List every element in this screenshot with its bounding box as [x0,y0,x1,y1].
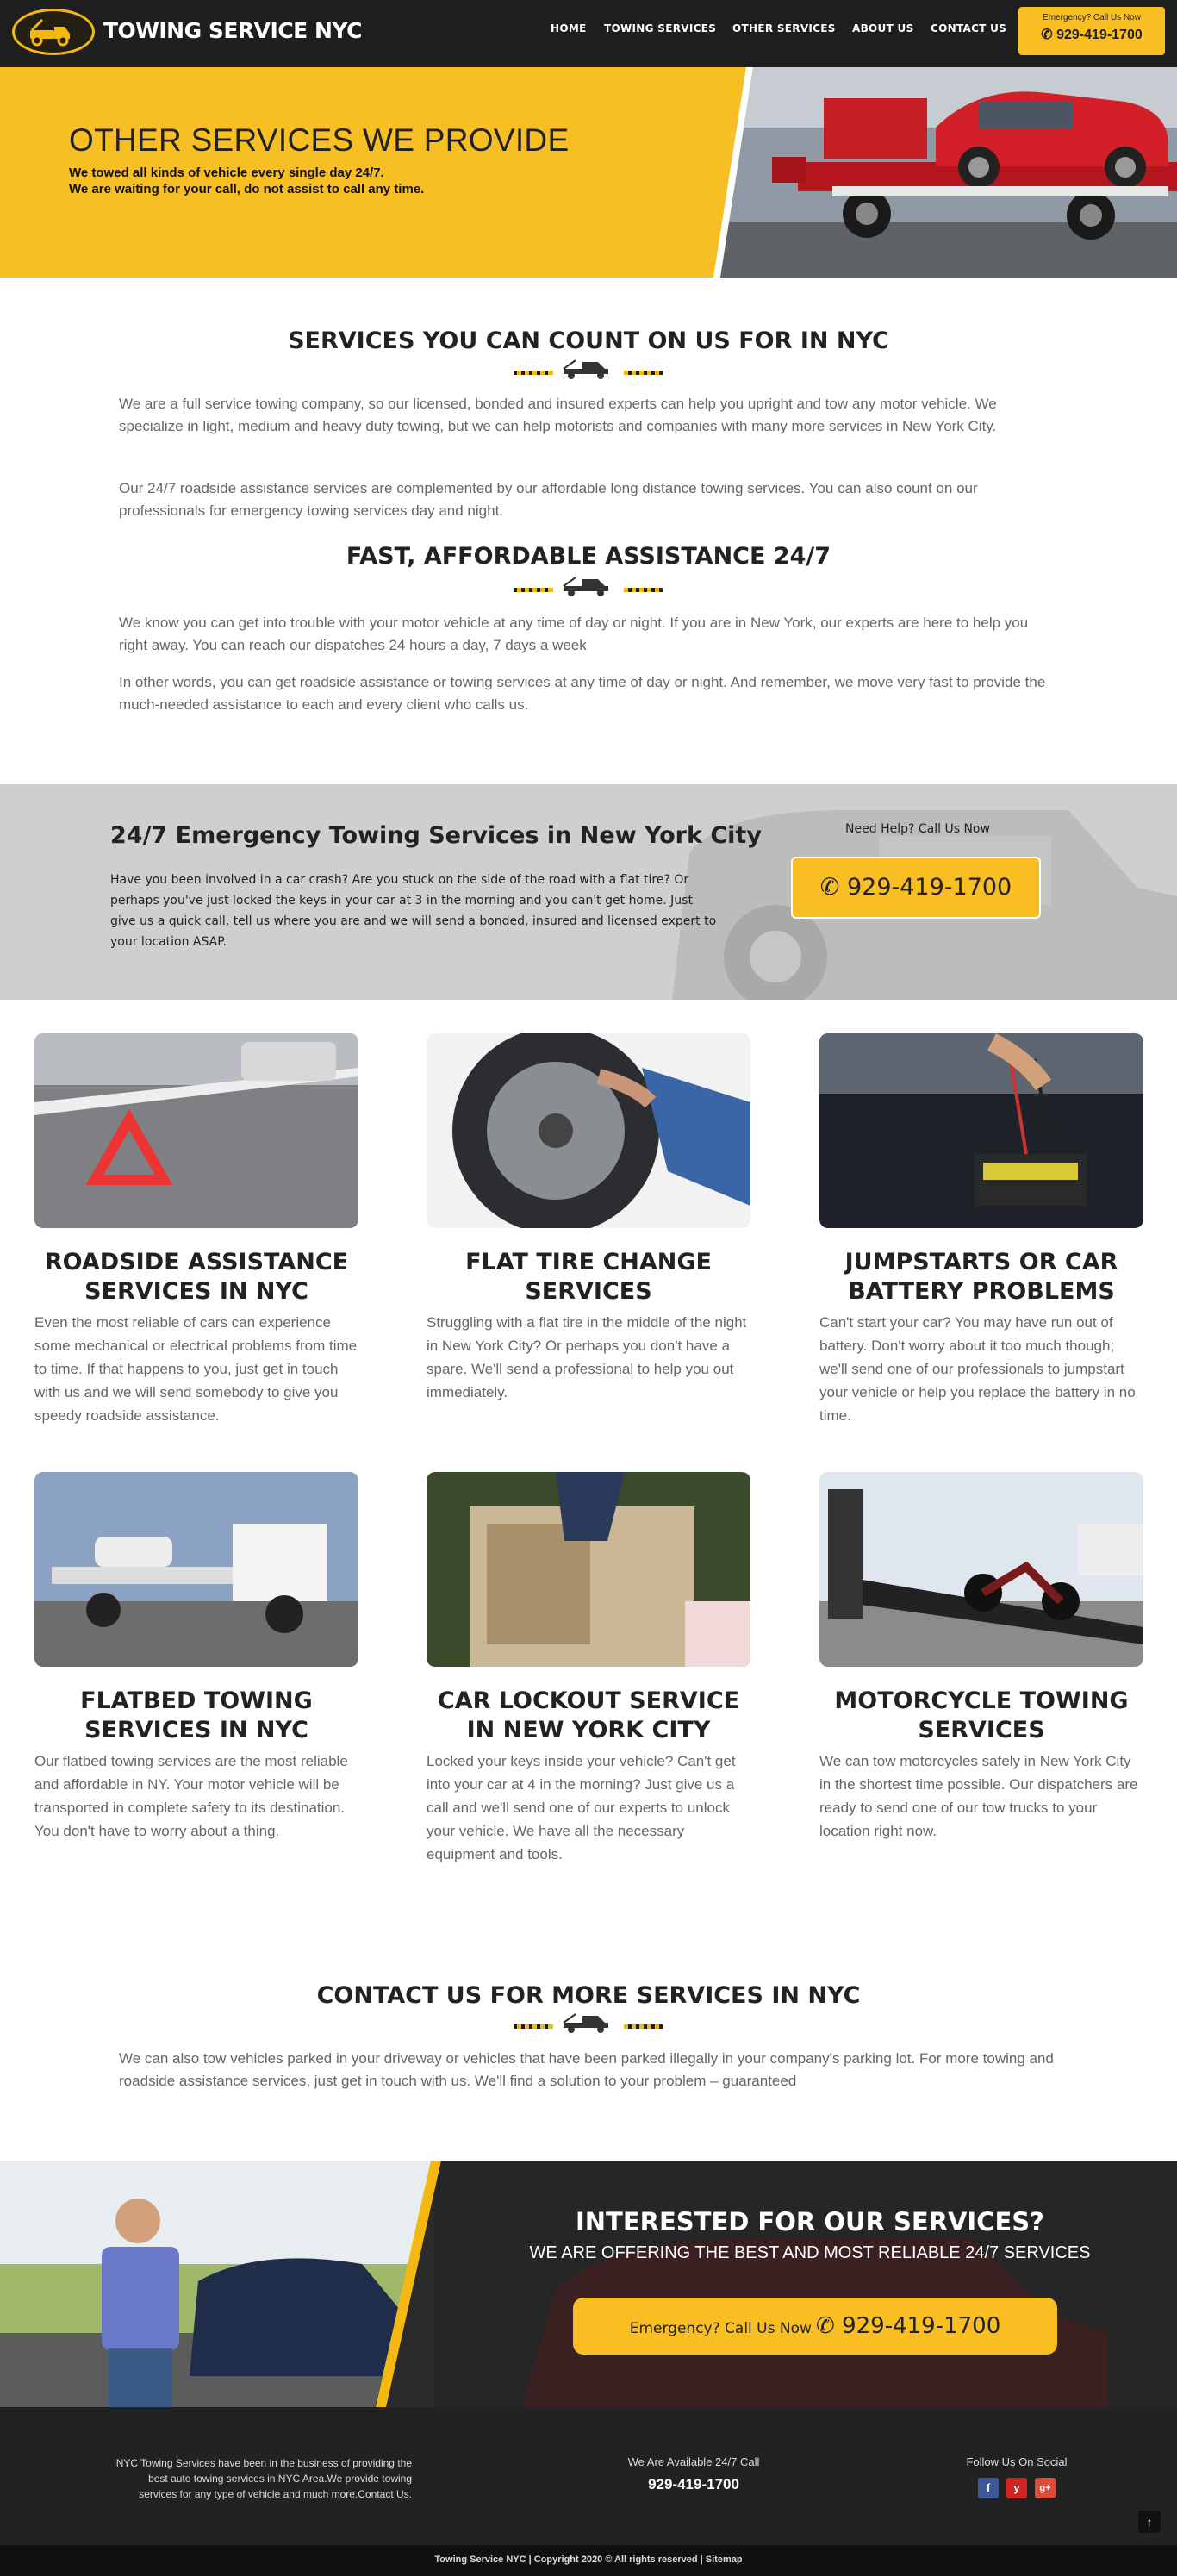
section2-paragraph-1: We know you can get into trouble with yo… [119,614,1029,653]
service-title-lockout: CAR LOCKOUT SERVICE IN NEW YORK CITY [437,1687,740,1743]
service-title-flat-tire: FLAT TIRE CHANGE SERVICES [465,1249,712,1305]
tow-truck-divider-icon [514,359,663,379]
jumpstart-battery-image [819,1033,1143,1228]
cta-subheading: WE ARE OFFERING THE BEST AND MOST RELIAB… [529,2243,1091,2262]
footer-phone[interactable]: 929-419-1700 [517,2476,870,2493]
header-call-button[interactable]: Emergency? Call Us Now ✆ 929-419-1700 [1018,7,1165,55]
flat-tire-image [427,1033,750,1228]
car-lockout-image [427,1472,750,1667]
logo-text[interactable]: TOWING SERVICE NYC [103,18,362,43]
service-text-lockout: Locked your keys inside your vehicle? Ca… [427,1753,736,1862]
emergency-heading: 24/7 Emergency Towing Services in New Yo… [110,822,762,849]
motorcycle-towing-image [819,1472,1143,1667]
header-call-number-wrap: ✆ 929-419-1700 [1018,26,1165,43]
section-heading-contact: CONTACT US FOR MORE SERVICES IN NYC [316,1982,861,2009]
phone-icon: ✆ [816,2313,843,2339]
service-title-roadside: ROADSIDE ASSISTANCE SERVICES IN NYC [44,1249,349,1305]
cta-background-image [435,2161,1177,2407]
footer-follow-label: Follow Us On Social [966,2455,1068,2468]
service-text-flat-tire: Struggling with a flat tire in the middl… [427,1314,747,1400]
header-call-number: 929-419-1700 [1056,28,1143,42]
nav-about-us[interactable]: ABOUT US [852,22,914,34]
phone-icon: ✆ [819,874,840,901]
header-call-label: Emergency? Call Us Now [1043,13,1141,22]
yelp-icon[interactable]: y [1006,2478,1027,2498]
back-to-top-icon[interactable]: ↑ [1138,2511,1161,2533]
hero-subtitle-1: We towed all kinds of vehicle every sing… [69,165,384,180]
contact-text: We can also tow vehicles parked in your … [119,2050,1054,2089]
service-text-flatbed: Our flatbed towing services are the most… [34,1753,348,1839]
phone-icon: ✆ [1041,28,1053,42]
tow-truck-divider-icon [514,2013,663,2033]
footer-about-text: NYC Towing Services have been in the bus… [115,2457,412,2500]
emergency-phone: 929-419-1700 [846,874,1012,901]
hero-subtitle-2: We are waiting for your call, do not ass… [69,182,425,196]
nav-other-services[interactable]: OTHER SERVICES [732,22,836,34]
service-title-flatbed: FLATBED TOWING SERVICES IN NYC [80,1687,313,1743]
emergency-call-button[interactable]: ✆ 929-419-1700 [791,857,1041,919]
footer-available-label: We Are Available 24/7 Call [627,2455,760,2468]
nav-towing-services[interactable]: TOWING SERVICES [604,22,716,34]
cta-banner: INTERESTED FOR OUR SERVICES? WE ARE OFFE… [0,2161,1177,2407]
hero-title: OTHER SERVICES WE PROVIDE [69,122,570,158]
tow-truck-divider-icon [514,577,663,596]
site-header: TOWING SERVICE NYC HOME TOWING SERVICES … [0,0,1177,67]
service-text-roadside: Even the most reliable of cars can exper… [34,1314,358,1424]
cta-call-label: Emergency? Call Us Now [629,2320,812,2337]
service-title-motorcycle: MOTORCYCLE TOWING SERVICES [834,1687,1129,1743]
cta-man-on-phone-image [0,2161,435,2407]
need-help-label: Need Help? Call Us Now [845,822,990,836]
hero-tow-truck-image [720,67,1177,278]
cta-heading: INTERESTED FOR OUR SERVICES? [575,2207,1045,2236]
service-text-jumpstart: Can't start your car? You may have run o… [819,1314,1136,1424]
site-footer: NYC Towing Services have been in the bus… [0,2407,1177,2545]
roadside-assistance-image [34,1033,358,1228]
copyright-bar: Towing Service NYC | Copyright 2020 © Al… [0,2545,1177,2576]
section2-paragraph-2: In other words, you can get roadside ass… [119,674,1046,713]
logo-tow-truck-icon[interactable] [12,9,95,55]
google-plus-icon[interactable]: g+ [1035,2478,1056,2498]
section-heading-services: SERVICES YOU CAN COUNT ON US FOR IN NYC [288,327,889,354]
emergency-text: Have you been involved in a car crash? A… [110,873,717,949]
cta-call-button[interactable]: Emergency? Call Us Now ✆ 929-419-1700 [573,2298,1057,2355]
section-heading-assistance: FAST, AFFORDABLE ASSISTANCE 24/7 [346,543,831,570]
emergency-band: 24/7 Emergency Towing Services in New Yo… [0,784,1177,1000]
facebook-icon[interactable]: f [978,2478,999,2498]
service-title-jumpstart: JUMPSTARTS OR CAR BATTERY PROBLEMS [844,1249,1118,1305]
flatbed-towing-image [34,1472,358,1667]
nav-home[interactable]: HOME [551,22,587,34]
hero-banner: OTHER SERVICES WE PROVIDE We towed all k… [0,67,1177,278]
section1-paragraph-1: We are a full service towing company, so… [119,396,997,434]
nav-contact-us[interactable]: CONTACT US [931,22,1006,34]
section1-paragraph-2: Our 24/7 roadside assistance services ar… [119,480,978,519]
cta-call-number: 929-419-1700 [842,2313,1001,2339]
service-text-motorcycle: We can tow motorcycles safely in New Yor… [819,1753,1138,1839]
